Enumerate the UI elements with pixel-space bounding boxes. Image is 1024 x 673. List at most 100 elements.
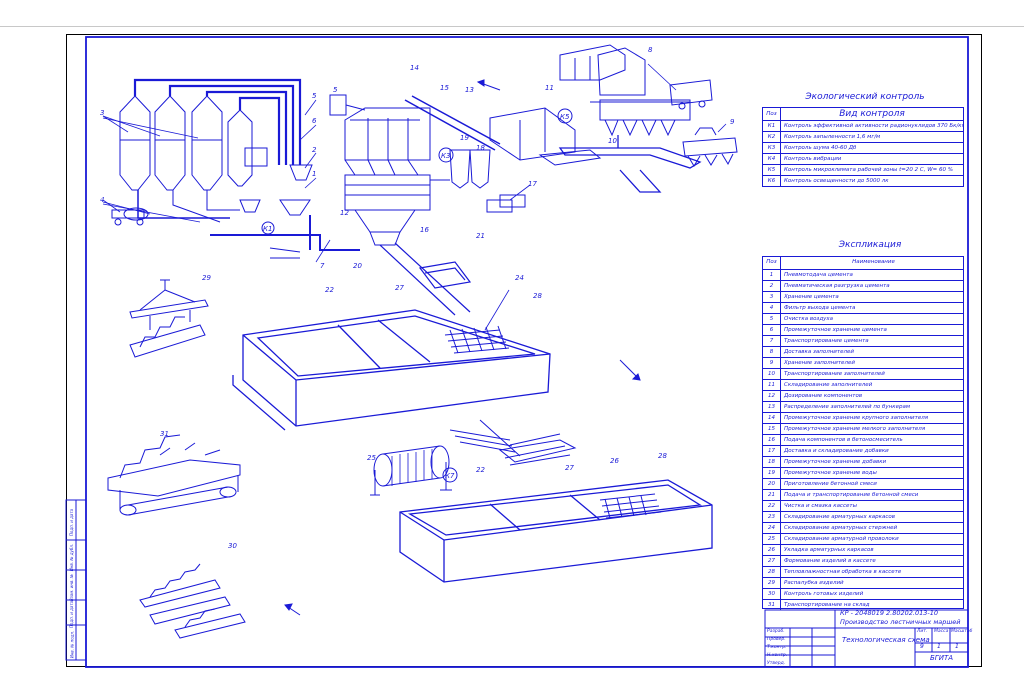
explication-text: Чистка и смазка кассеты	[784, 503, 857, 509]
explication-table: Поз Наименование 1 Пневмотодача цемента 2 П…	[762, 256, 964, 610]
label-13: 13	[465, 86, 474, 94]
ecology-pos: К1	[763, 121, 781, 131]
lit-header-cell: Масштаб	[951, 629, 973, 634]
explication-row: 23 Складирование арматурных каркасов	[763, 512, 963, 523]
titleblock-role: Н.контр.	[767, 653, 788, 658]
explication-pos: 9	[763, 358, 781, 368]
titleblock-role: Разраб.	[767, 629, 785, 634]
label-19: 19	[460, 134, 469, 142]
label-28: 28	[533, 292, 542, 300]
ecology-row: К4 Контроль вибрации	[763, 154, 963, 165]
cement-silos	[119, 95, 253, 191]
finished-stairs	[139, 563, 246, 639]
explication-text: Приготовление бетонной смеси	[784, 481, 877, 487]
explication-row: 10 Транспортирование заполнителей	[763, 369, 963, 380]
ecology-header: Поз Вид контроля	[763, 108, 963, 121]
titleblock-role: Провер.	[767, 637, 786, 642]
explication-pos: 22	[763, 501, 781, 511]
explication-text: Подача компонентов в бетоносмеситель	[784, 437, 903, 443]
label-3: 3	[100, 109, 104, 117]
aggregate-receiving	[559, 44, 713, 137]
label-28b: 28	[658, 452, 667, 460]
explication-col-pos: Поз	[763, 257, 781, 269]
organization: БГИТА	[930, 654, 954, 662]
aggregate-storage	[489, 107, 602, 166]
explication-text: Складирование арматурных каркасов	[784, 514, 895, 520]
k1-marker: К1	[263, 225, 272, 233]
k3-marker: К3	[441, 152, 450, 160]
explication-row: 27 Формование изделий в кассете	[763, 556, 963, 567]
label-18: 18	[476, 144, 485, 152]
explication-pos: 28	[763, 567, 781, 577]
leader-lines-left	[102, 99, 331, 263]
explication-row: 24 Складирование арматурных стержней	[763, 523, 963, 534]
ecology-title: Экологический контроль	[805, 92, 925, 102]
k5-marker: К5	[560, 113, 570, 121]
margin-stamp-label: Подп. и дата	[69, 508, 75, 537]
ecology-row: К6 Контроль освещенности до 5000 лк	[763, 176, 963, 186]
explication-title: Экспликация	[838, 240, 902, 250]
explication-text: Контроль готовых изделий	[784, 591, 864, 597]
explication-row: 17 Доставка и складирование добавки	[763, 446, 963, 457]
label-22: 22	[325, 286, 334, 294]
ecology-text: Контроль эффективной активности радионук…	[784, 123, 963, 129]
explication-row: 1 Пневмотодача цемента	[763, 270, 963, 281]
label-5b: 5	[333, 86, 338, 94]
explication-row: 9 Хранение заполнителей	[763, 358, 963, 369]
label-25: 25	[367, 454, 376, 462]
ecology-row: К2 Контроль запыленности 1,6 мг/м	[763, 132, 963, 143]
explication-row: 11 Складирование заполнителей	[763, 380, 963, 391]
rebar-storage	[449, 419, 577, 466]
explication-col-name: Наименование	[852, 259, 895, 265]
margin-stamp-label: Подп. и дата	[69, 600, 75, 629]
explication-text: Пневмотодача цемента	[784, 272, 853, 278]
explication-pos: 5	[763, 314, 781, 324]
titleblock-role: Утверд.	[767, 661, 786, 666]
label-29: 29	[202, 274, 211, 282]
explication-text: Складирование арматурных стержней	[784, 525, 898, 531]
explication-pos: 2	[763, 281, 781, 291]
explication-row: 12 Дозирование компонентов	[763, 391, 963, 402]
explication-row: 18 Промежуточное хранение добавки	[763, 457, 963, 468]
label-7: 7	[320, 262, 325, 270]
explication-text: Хранение цемента	[784, 294, 839, 300]
explication-row: 16 Подача компонентов в бетоносмеситель	[763, 435, 963, 446]
explication-row: 6 Промежуточное хранение цемента	[763, 325, 963, 336]
explication-pos: 16	[763, 435, 781, 445]
label-16: 16	[420, 226, 429, 234]
label-21: 21	[476, 232, 485, 240]
explication-pos: 30	[763, 589, 781, 599]
explication-pos: 17	[763, 446, 781, 456]
ecology-subtitle: Вид контроля	[839, 109, 905, 119]
explication-pos: 1	[763, 270, 781, 280]
label-30: 30	[228, 542, 237, 550]
aggregate-bins	[682, 123, 738, 167]
label-26: 26	[610, 457, 619, 465]
label-15: 15	[440, 84, 449, 92]
inclined-conveyor	[404, 95, 501, 151]
explication-pos: 3	[763, 292, 781, 302]
explication-text: Формование изделий в кассете	[784, 558, 876, 564]
explication-pos: 11	[763, 380, 781, 390]
explication-header: Поз Наименование	[763, 257, 963, 270]
product-name: Производство лестничных маршей	[840, 618, 961, 626]
doc-code: КР - 2048019 2.80202.013-10	[840, 609, 938, 617]
explication-row: 7 Транспортирование цемента	[763, 336, 963, 347]
explication-text: Дозирование компонентов	[784, 393, 863, 399]
cement-pipes	[133, 78, 302, 165]
explication-row: 5 Очистка воздуха	[763, 314, 963, 325]
scale: 1	[955, 643, 959, 650]
explication-pos: 25	[763, 534, 781, 544]
explication-rows: 1 Пневмотодача цемента 2 Пневматическая раз…	[763, 270, 963, 610]
explication-text: Фильтр выхода цемента	[784, 305, 856, 311]
ecology-table: Поз Вид контроля К1 Контроль эффективной …	[762, 107, 964, 187]
explication-row: 8 Доставка заполнителей	[763, 347, 963, 358]
titleblock-role: Т.контр.	[767, 645, 787, 650]
explication-text: Тепловлажностная обработка в кассете	[784, 569, 902, 575]
batching-plant	[329, 94, 431, 246]
explication-row: 30 Контроль готовых изделий	[763, 589, 963, 600]
explication-pos: 10	[763, 369, 781, 379]
label-17: 17	[528, 180, 537, 188]
ecology-text: Контроль запыленности 1,6 мг/м	[784, 134, 881, 140]
margin-stamp-label: Инв. № дубл.	[69, 543, 75, 572]
